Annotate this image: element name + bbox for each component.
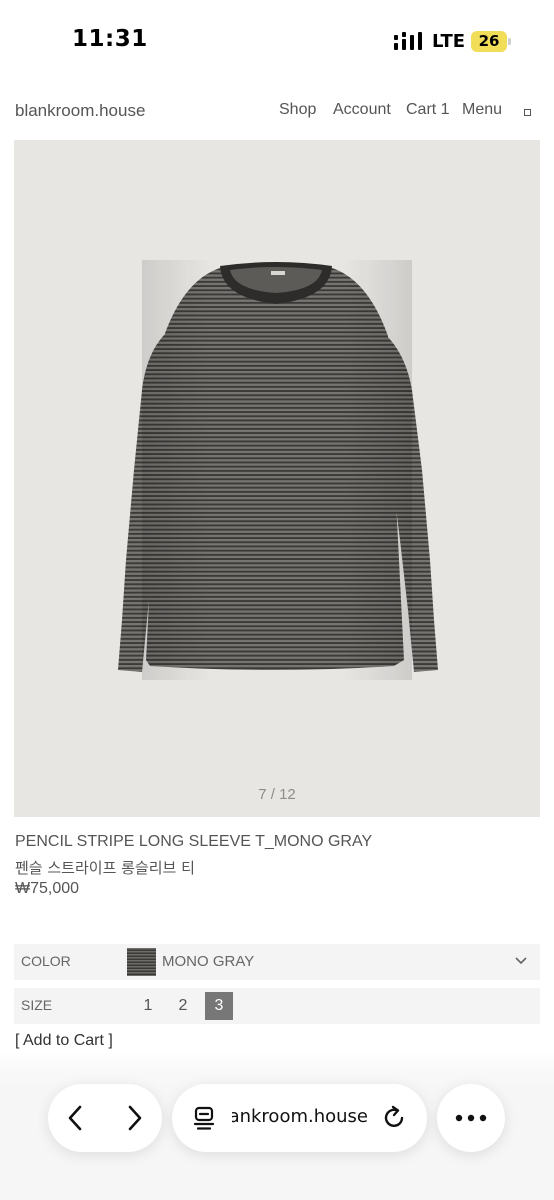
nav-menu[interactable]: Menu bbox=[462, 101, 502, 119]
site-header: blankroom.house Shop Account Cart 1 Menu bbox=[0, 84, 554, 140]
forward-icon[interactable] bbox=[122, 1104, 146, 1132]
color-swatch bbox=[127, 948, 156, 976]
size-option-3[interactable]: 3 bbox=[205, 992, 233, 1020]
square-icon[interactable] bbox=[524, 109, 531, 116]
size-option-1[interactable]: 1 bbox=[134, 992, 162, 1020]
browser-toolbar: blankroom.house bbox=[0, 1052, 554, 1200]
back-icon[interactable] bbox=[64, 1104, 88, 1132]
network-type: LTE bbox=[432, 31, 466, 52]
battery-cap bbox=[508, 38, 511, 45]
size-label: SIZE bbox=[21, 997, 53, 1013]
image-counter: 7 / 12 bbox=[258, 786, 296, 803]
tabs-icon[interactable] bbox=[192, 1105, 218, 1131]
url-text[interactable]: blankroom.house bbox=[232, 1106, 368, 1127]
nav-cart[interactable]: Cart 1 bbox=[406, 101, 450, 119]
status-time: 11:31 bbox=[72, 26, 148, 52]
status-bar: 11:31 LTE 26 bbox=[0, 0, 554, 84]
battery-level: 26 bbox=[478, 32, 500, 50]
signal-icon bbox=[394, 32, 422, 50]
browser-nav-group bbox=[48, 1084, 162, 1152]
color-select[interactable]: COLOR MONO GRAY bbox=[14, 944, 540, 980]
size-selector: SIZE 1 2 3 bbox=[14, 988, 540, 1024]
more-icon[interactable] bbox=[455, 1114, 487, 1122]
more-button[interactable] bbox=[437, 1084, 505, 1152]
battery-icon: 26 bbox=[471, 31, 507, 52]
product-photo bbox=[118, 260, 438, 680]
site-logo[interactable]: blankroom.house bbox=[15, 101, 145, 121]
color-label: COLOR bbox=[21, 953, 71, 969]
color-value: MONO GRAY bbox=[162, 953, 255, 970]
nav-shop[interactable]: Shop bbox=[279, 101, 316, 119]
nav-account[interactable]: Account bbox=[333, 101, 391, 119]
chevron-down-icon[interactable] bbox=[514, 956, 528, 966]
address-bar[interactable]: blankroom.house bbox=[172, 1084, 427, 1152]
product-price: ₩75,000 bbox=[15, 880, 80, 897]
reload-icon[interactable] bbox=[382, 1105, 408, 1131]
product-image-gallery[interactable]: 7 / 12 bbox=[14, 140, 540, 817]
product-name-korean: 펜슬 스트라이프 롱슬리브 티 bbox=[15, 859, 195, 877]
product-name: PENCIL STRIPE LONG SLEEVE T_MONO GRAY bbox=[15, 833, 373, 850]
size-option-2[interactable]: 2 bbox=[169, 992, 197, 1020]
add-to-cart-button[interactable]: [ Add to Cart ] bbox=[15, 1032, 113, 1050]
